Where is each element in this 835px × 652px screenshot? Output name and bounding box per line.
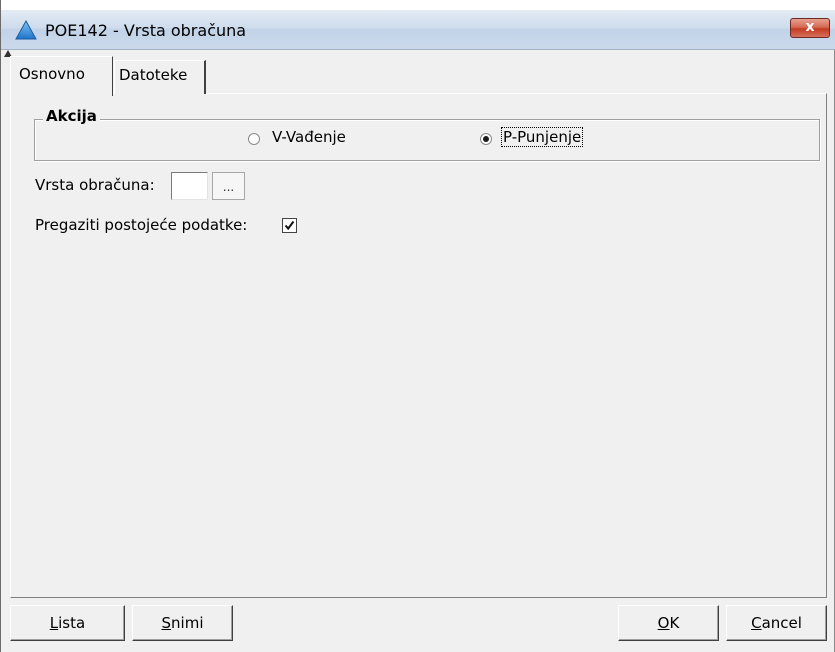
- pregaziti-checkbox[interactable]: [282, 218, 297, 233]
- radio-p-punjenje-label[interactable]: P-Punjenje: [500, 127, 584, 147]
- radio-v-vadenje[interactable]: [248, 133, 260, 145]
- ok-rest: K: [669, 614, 680, 632]
- lista-rest: ista: [58, 614, 86, 632]
- tab-osnovno[interactable]: Osnovno: [10, 56, 113, 96]
- tab-osnovno-label: Osnovno: [19, 65, 85, 83]
- tab-datoteke[interactable]: Datoteke: [114, 60, 206, 94]
- cancel-underline: C: [751, 614, 762, 632]
- cancel-rest: ancel: [761, 614, 802, 632]
- pregaziti-label: Pregaziti postojeće podatke:: [35, 216, 248, 234]
- radio-v-vadenje-label[interactable]: V-Vađenje: [271, 128, 347, 146]
- close-button[interactable]: x: [790, 18, 830, 38]
- lista-button[interactable]: Lista: [10, 605, 125, 641]
- title-bar[interactable]: POE142 - Vrsta obračuna x: [1, 10, 835, 50]
- lista-underline: L: [49, 614, 59, 632]
- akcija-groupbox: [34, 119, 820, 161]
- snimi-button[interactable]: Snimi: [132, 605, 233, 641]
- vrsta-obracuna-input[interactable]: [171, 172, 208, 200]
- radio-p-punjenje[interactable]: [480, 133, 492, 145]
- tab-datoteke-label: Datoteke: [119, 66, 188, 84]
- browse-button[interactable]: ...: [212, 172, 245, 200]
- cancel-button[interactable]: Cancel: [726, 605, 827, 641]
- ok-button[interactable]: OK: [618, 605, 719, 641]
- akcija-legend: Akcija: [43, 107, 100, 125]
- app-triangle-icon: [15, 19, 37, 40]
- snimi-underline: S: [161, 614, 172, 632]
- dialog-window: POE142 - Vrsta obračuna x Osnovno Datote…: [0, 0, 835, 652]
- check-icon: [284, 220, 295, 231]
- window-title: POE142 - Vrsta obračuna: [45, 21, 247, 40]
- top-strip: [1, 0, 835, 10]
- ok-underline: O: [657, 614, 670, 632]
- tab-panel-osnovno: [10, 93, 827, 598]
- vrsta-obracuna-label: Vrsta obračuna:: [35, 176, 155, 194]
- snimi-rest: nimi: [171, 614, 204, 632]
- close-icon: x: [805, 19, 815, 35]
